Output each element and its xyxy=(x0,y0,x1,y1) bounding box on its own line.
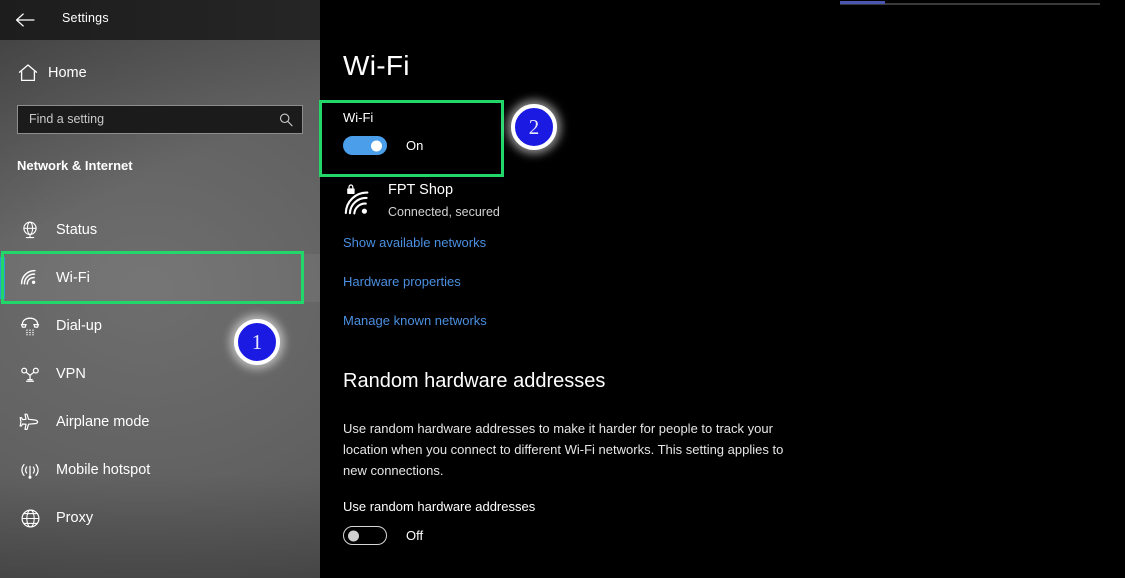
annotation-badge-1: 1 xyxy=(234,319,280,365)
wifi-icon xyxy=(18,266,42,290)
random-hardware-description: Use random hardware addresses to make it… xyxy=(343,418,798,481)
back-arrow-icon[interactable] xyxy=(10,5,40,35)
search-placeholder: Find a setting xyxy=(29,112,104,126)
main-content: Wi-Fi Wi-Fi On xyxy=(320,0,1125,578)
wifi-group-label: Wi-Fi xyxy=(343,110,373,125)
sidebar-item-label-home: Home xyxy=(48,61,87,85)
sidebar-item-label-wi-fi: Wi-Fi xyxy=(56,270,90,286)
toggle-knob xyxy=(348,530,359,541)
network-status: Connected, secured xyxy=(388,205,500,220)
link-hardware-properties[interactable]: Hardware properties xyxy=(343,274,461,289)
sidebar-category-heading: Network & Internet xyxy=(17,158,133,173)
wifi-toggle[interactable] xyxy=(343,136,387,155)
random-hardware-toggle-state: Off xyxy=(406,528,423,543)
sidebar-item-label-airplane-mode: Airplane mode xyxy=(56,414,150,430)
sidebar-item-label-status: Status xyxy=(56,222,97,238)
wifi-secured-icon xyxy=(343,184,379,220)
page-title: Wi-Fi xyxy=(343,50,410,82)
airplane-icon xyxy=(18,410,42,434)
settings-window: Settings Home Find a setting Network & I… xyxy=(0,0,1125,578)
sidebar-item-status[interactable]: Status xyxy=(0,206,320,254)
wifi-toggle-row: On xyxy=(343,136,423,155)
dialup-phone-icon xyxy=(18,314,42,338)
selection-indicator xyxy=(0,257,5,299)
connected-network[interactable]: FPT Shop Connected, secured xyxy=(343,182,500,220)
random-hardware-toggle[interactable] xyxy=(343,526,387,545)
sidebar-item-label-vpn: VPN xyxy=(56,366,86,382)
sidebar-item-wi-fi[interactable]: Wi-Fi xyxy=(0,254,320,302)
random-hardware-toggle-row: Off xyxy=(343,526,423,545)
window-title: Settings xyxy=(62,11,109,25)
home-icon xyxy=(16,61,40,85)
vpn-key-icon xyxy=(18,362,42,386)
link-manage-known-networks[interactable]: Manage known networks xyxy=(343,313,487,328)
random-hardware-toggle-label: Use random hardware addresses xyxy=(343,499,535,514)
sidebar-item-label-mobile-hotspot: Mobile hotspot xyxy=(56,462,150,478)
sidebar-item-label-dial-up: Dial-up xyxy=(56,318,102,334)
top-accent-underline xyxy=(840,1,885,4)
proxy-globe-icon xyxy=(18,506,42,530)
sidebar-item-home[interactable]: Home xyxy=(0,56,320,90)
random-hardware-heading: Random hardware addresses xyxy=(343,370,605,393)
status-globe-icon xyxy=(18,218,42,242)
network-name: FPT Shop xyxy=(388,182,500,199)
hotspot-icon xyxy=(18,458,42,482)
search-input[interactable]: Find a setting xyxy=(17,105,303,134)
annotation-badge-2: 2 xyxy=(511,104,557,150)
wifi-toggle-state: On xyxy=(406,138,423,153)
sidebar-nav-list: Status Wi-Fi xyxy=(0,206,320,542)
sidebar-item-airplane-mode[interactable]: Airplane mode xyxy=(0,398,320,446)
network-text-block: FPT Shop Connected, secured xyxy=(388,182,500,220)
toggle-knob xyxy=(371,140,382,151)
sidebar-item-mobile-hotspot[interactable]: Mobile hotspot xyxy=(0,446,320,494)
sidebar-item-proxy[interactable]: Proxy xyxy=(0,494,320,542)
sidebar-item-label-proxy: Proxy xyxy=(56,510,93,526)
link-show-available-networks[interactable]: Show available networks xyxy=(343,235,486,250)
sidebar: Settings Home Find a setting Network & I… xyxy=(0,0,320,578)
title-bar: Settings xyxy=(0,0,320,40)
search-icon[interactable] xyxy=(278,112,294,128)
